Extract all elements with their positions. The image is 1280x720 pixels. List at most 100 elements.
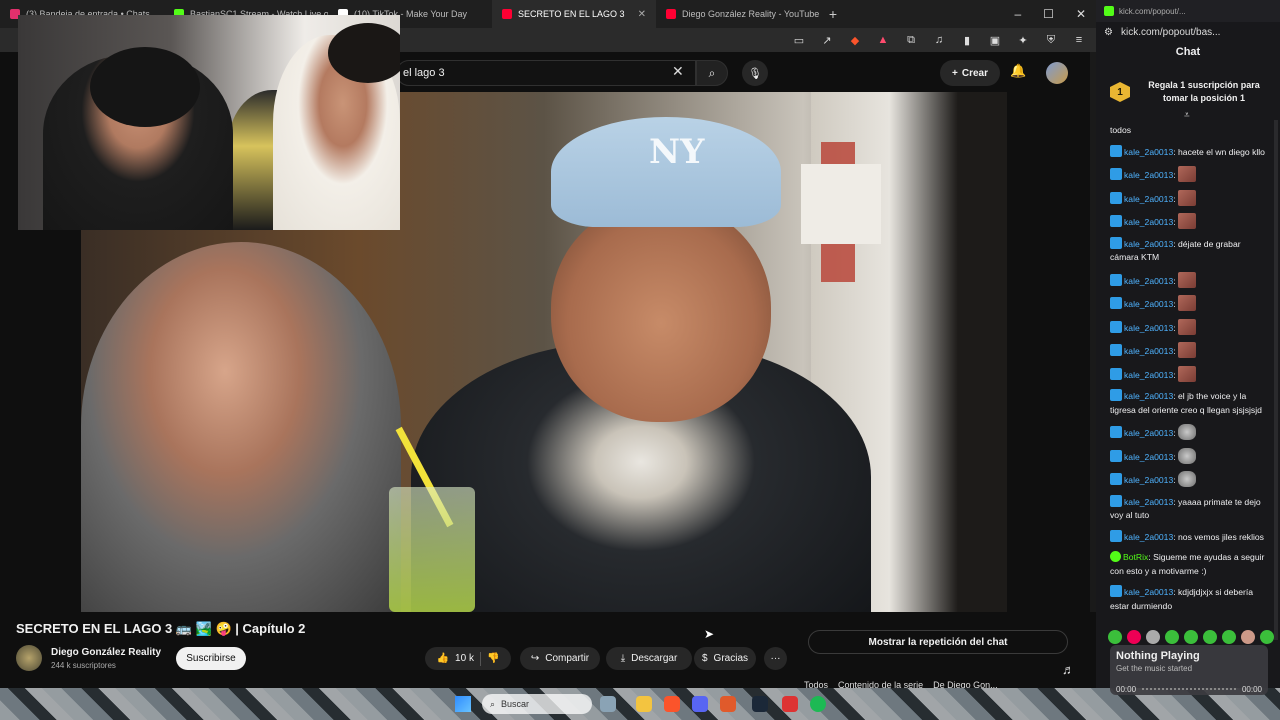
emote-icon[interactable] xyxy=(1222,630,1236,644)
tab-youtube-active[interactable]: SECRETO EN EL LAGO 3 ✕ xyxy=(492,0,656,28)
channel-name[interactable]: Diego González Reality xyxy=(51,647,161,658)
chat-username[interactable]: kale_2a0013 xyxy=(1124,299,1173,309)
search-input[interactable]: el lago 3 xyxy=(396,60,696,86)
expand-chevron-icon[interactable]: ⩡ xyxy=(1184,110,1190,121)
share-icon: ↪ xyxy=(530,653,540,664)
chat-username[interactable]: kale_2a0013 xyxy=(1124,532,1173,542)
gift-rank-badge: 1 xyxy=(1110,82,1130,102)
brave-rewards-icon[interactable]: ▲ xyxy=(876,33,890,47)
chat-text: : xyxy=(1173,475,1176,485)
account-avatar[interactable] xyxy=(1046,62,1068,84)
steam-icon[interactable] xyxy=(752,696,768,712)
sidebar-toggle-icon[interactable]: ▮ xyxy=(960,33,974,47)
show-chat-replay-button[interactable]: Mostrar la repetición del chat xyxy=(808,630,1068,654)
widgets-icon[interactable] xyxy=(600,696,616,712)
chat-username[interactable]: kale_2a0013 xyxy=(1124,497,1173,507)
chat-username[interactable]: kale_2a0013 xyxy=(1124,239,1173,249)
chat-message: kale_2a0013: xyxy=(1110,424,1270,441)
download-button[interactable]: ⤓ Descargar xyxy=(606,647,692,670)
leo-ai-icon[interactable]: ✦ xyxy=(1016,33,1030,47)
voice-search-button[interactable]: 🎙 xyxy=(742,60,768,86)
chat-username[interactable]: BotRix xyxy=(1123,552,1148,562)
download-label: Descargar xyxy=(631,653,678,664)
kick-badge-icon xyxy=(1110,529,1122,542)
brave-browser-icon[interactable] xyxy=(664,696,680,712)
close-window-button[interactable]: ✕ xyxy=(1076,7,1086,21)
chat-username[interactable]: kale_2a0013 xyxy=(1124,452,1173,462)
search-button[interactable]: ⌕ xyxy=(696,60,728,86)
new-tab-button[interactable]: + xyxy=(820,6,846,22)
vpn-icon[interactable]: ⛨ xyxy=(1044,33,1058,47)
close-tab-icon[interactable]: ✕ xyxy=(638,9,646,20)
kick-address-bar[interactable]: ⚙ kick.com/popout/bas... xyxy=(1096,22,1280,42)
chat-message: kale_2a0013: el jb the voice y la tigres… xyxy=(1110,389,1270,417)
spotify-icon[interactable] xyxy=(810,696,826,712)
music-time-end: 00:00 xyxy=(1241,685,1262,694)
emote-icon[interactable] xyxy=(1127,630,1141,644)
emote-icon[interactable] xyxy=(1146,630,1160,644)
emote-icon[interactable] xyxy=(1184,630,1198,644)
discord-icon[interactable] xyxy=(692,696,708,712)
brave-shield-icon[interactable]: ◆ xyxy=(848,33,862,47)
chat-username[interactable]: kale_2a0013 xyxy=(1124,346,1173,356)
like-dislike-group: 👍 10 k 👎 xyxy=(425,647,511,670)
minimize-button[interactable]: – xyxy=(1014,7,1021,21)
menu-icon[interactable]: ≡ xyxy=(1072,33,1086,47)
streamer-right-hair xyxy=(328,23,400,83)
screenshot-icon[interactable]: ▭ xyxy=(792,33,806,47)
chat-scrollbar[interactable] xyxy=(1274,120,1278,640)
emote-icon[interactable] xyxy=(1203,630,1217,644)
create-button[interactable]: + Crear xyxy=(940,60,1000,86)
chat-username[interactable]: kale_2a0013 xyxy=(1124,475,1173,485)
file-explorer-icon[interactable] xyxy=(636,696,652,712)
windows-start-icon[interactable] xyxy=(455,696,471,712)
music-player-icon[interactable]: ♬ xyxy=(1062,662,1075,677)
chat-username[interactable]: kale_2a0013 xyxy=(1124,276,1173,286)
screen-capture-icon[interactable]: ⧉ xyxy=(904,33,918,47)
chat-username[interactable]: kale_2a0013 xyxy=(1124,428,1173,438)
media-app-icon[interactable] xyxy=(782,696,798,712)
music-title: Nothing Playing xyxy=(1116,650,1200,662)
emote-icon[interactable] xyxy=(1165,630,1179,644)
chat-message: kale_2a0013: xyxy=(1110,166,1270,183)
obs-icon[interactable] xyxy=(720,696,736,712)
emote-icon[interactable] xyxy=(1108,630,1122,644)
thanks-button[interactable]: $ Gracias xyxy=(694,647,756,670)
share-button[interactable]: ↪ Compartir xyxy=(520,647,600,670)
kick-url[interactable]: kick.com/popout/bas... xyxy=(1121,27,1221,38)
chat-username[interactable]: kale_2a0013 xyxy=(1124,217,1173,227)
emote-icon[interactable] xyxy=(1260,630,1274,644)
kick-tab[interactable]: kick.com/popout/... xyxy=(1096,0,1280,22)
emote-icon[interactable] xyxy=(1241,630,1255,644)
chat-username[interactable]: kale_2a0013 xyxy=(1124,170,1173,180)
clear-search-icon[interactable]: ✕ xyxy=(672,63,684,80)
chat-username[interactable]: kale_2a0013 xyxy=(1124,391,1173,401)
like-count[interactable]: 10 k xyxy=(455,653,474,664)
chat-username[interactable]: kale_2a0013 xyxy=(1124,323,1173,333)
chat-message: kale_2a0013: kdjdjdjxjx si debería estar… xyxy=(1110,585,1270,613)
share-icon[interactable]: ↗ xyxy=(820,33,834,47)
channel-avatar[interactable] xyxy=(16,645,42,671)
chat-message: kale_2a0013: xyxy=(1110,342,1270,359)
music-track-bar[interactable] xyxy=(1142,688,1236,691)
chat-username[interactable]: kale_2a0013 xyxy=(1124,587,1173,597)
dislike-icon[interactable]: 👎 xyxy=(487,653,499,664)
tab-youtube-channel[interactable]: Diego González Reality - YouTube xyxy=(656,0,820,28)
site-settings-icon[interactable]: ⚙ xyxy=(1104,27,1113,38)
chat-username[interactable]: kale_2a0013 xyxy=(1124,194,1173,204)
notifications-bell-icon[interactable]: 🔔 xyxy=(1010,63,1026,79)
chat-username[interactable]: kale_2a0013 xyxy=(1124,147,1173,157)
wallet-icon[interactable]: ▣ xyxy=(988,33,1002,47)
chat-message: kale_2a0013: nos vemos jiles reklios xyxy=(1110,529,1270,545)
music-progress: 00:00 00:00 xyxy=(1116,685,1262,694)
subscribe-button[interactable]: Suscribirse xyxy=(176,647,246,670)
like-icon[interactable]: 👍 xyxy=(437,653,449,664)
gift-sub-banner[interactable]: 1 Regala 1 suscripción para tomar la pos… xyxy=(1110,72,1270,112)
music-widget[interactable]: Nothing Playing Get the music started 00… xyxy=(1110,645,1268,695)
more-actions-button[interactable]: ··· xyxy=(764,647,787,670)
maximize-button[interactable]: ☐ xyxy=(1043,7,1054,21)
chat-username[interactable]: kale_2a0013 xyxy=(1124,370,1173,380)
taskbar-search[interactable]: ⌕ Buscar xyxy=(482,694,592,714)
chat-emote-icon xyxy=(1178,424,1197,440)
music-note-icon[interactable]: ♫ xyxy=(932,33,946,47)
